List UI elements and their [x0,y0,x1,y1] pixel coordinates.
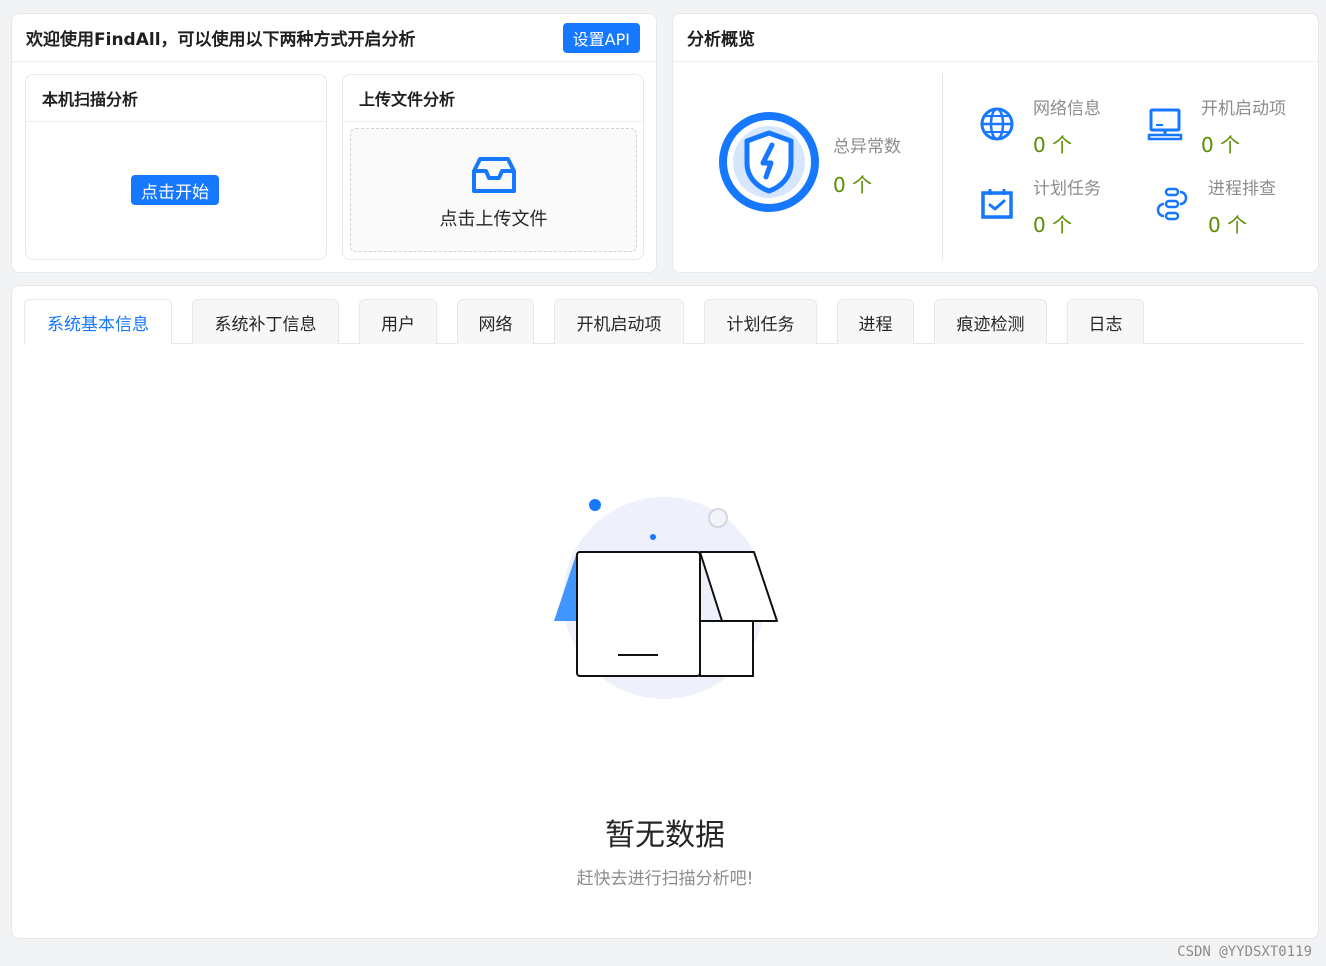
set-api-button[interactable]: 设置API [562,23,640,53]
empty-state-subtitle: 赶快去进行扫描分析吧! [576,869,754,889]
stat-scheduled-tasks-label: 计划任务 [1033,179,1101,199]
tab-trace-detection[interactable]: 痕迹检测 [934,299,1047,344]
welcome-title: 欢迎使用FindAll，可以使用以下两种方式开启分析 [12,14,656,62]
local-scan-title: 本机扫描分析 [26,75,326,122]
tab-users[interactable]: 用户 [359,299,437,344]
results-card: 系统基本信息 系统补丁信息 用户 网络 开机启动项 计划任务 进程 痕迹检测 日… [11,285,1319,939]
calendar-check-icon [981,189,1013,219]
tab-logs[interactable]: 日志 [1067,299,1144,344]
stat-network-label: 网络信息 [1033,99,1101,119]
inbox-icon [471,157,516,193]
tab-system-patch-info[interactable]: 系统补丁信息 [192,299,339,344]
total-anomalies: 总异常数 0 个 [833,132,901,198]
globe-icon [980,107,1014,141]
local-scan-card: 本机扫描分析 点击开始 [25,74,327,260]
stat-network: 网络信息 0 个 [977,94,1101,158]
stat-startup-label: 开机启动项 [1201,99,1286,119]
empty-box-illustration [554,497,778,699]
tab-bar: 系统基本信息 系统补丁信息 用户 网络 开机启动项 计划任务 进程 痕迹检测 日… [24,299,1304,345]
stat-process-check: 进程排查 0 个 [1152,174,1276,238]
upload-title: 上传文件分析 [343,75,643,122]
tab-scheduled-tasks[interactable]: 计划任务 [704,299,817,344]
upload-dropzone[interactable]: 点击上传文件 [350,128,637,252]
tab-processes[interactable]: 进程 [837,299,914,344]
overview-card: 分析概览 总异常数 0 个 网络信息 0 个 开机启动项 0 个 计划任务 0 … [672,13,1319,273]
welcome-card: 欢迎使用FindAll，可以使用以下两种方式开启分析 设置API 本机扫描分析 … [11,13,657,273]
stat-startup-value: 0 个 [1201,133,1241,157]
total-anomalies-label: 总异常数 [833,137,901,157]
stat-scheduled-tasks-value: 0 个 [1033,213,1073,237]
overview-divider [942,74,943,260]
start-scan-button[interactable]: 点击开始 [131,175,219,205]
tab-system-basic-info[interactable]: 系统基本信息 [24,299,172,345]
tab-startup-items[interactable]: 开机启动项 [554,299,684,344]
shield-alert-icon [719,112,819,212]
empty-state-title: 暂无数据 [605,818,725,853]
stat-scheduled-tasks: 计划任务 0 个 [977,174,1101,238]
watermark: CSDN @YYDSXT0119 [1177,944,1312,960]
tab-network[interactable]: 网络 [457,299,534,344]
upload-text: 点击上传文件 [439,209,548,230]
total-anomalies-value: 0 个 [833,173,873,197]
monitor-icon [1147,108,1183,141]
upload-card: 上传文件分析 点击上传文件 [342,74,644,260]
stat-process-check-value: 0 个 [1208,213,1248,237]
overview-title: 分析概览 [673,14,1318,62]
process-flow-icon [1156,187,1188,221]
stat-process-check-label: 进程排查 [1208,179,1276,199]
stat-startup: 开机启动项 0 个 [1145,94,1286,158]
stat-network-value: 0 个 [1033,133,1073,157]
